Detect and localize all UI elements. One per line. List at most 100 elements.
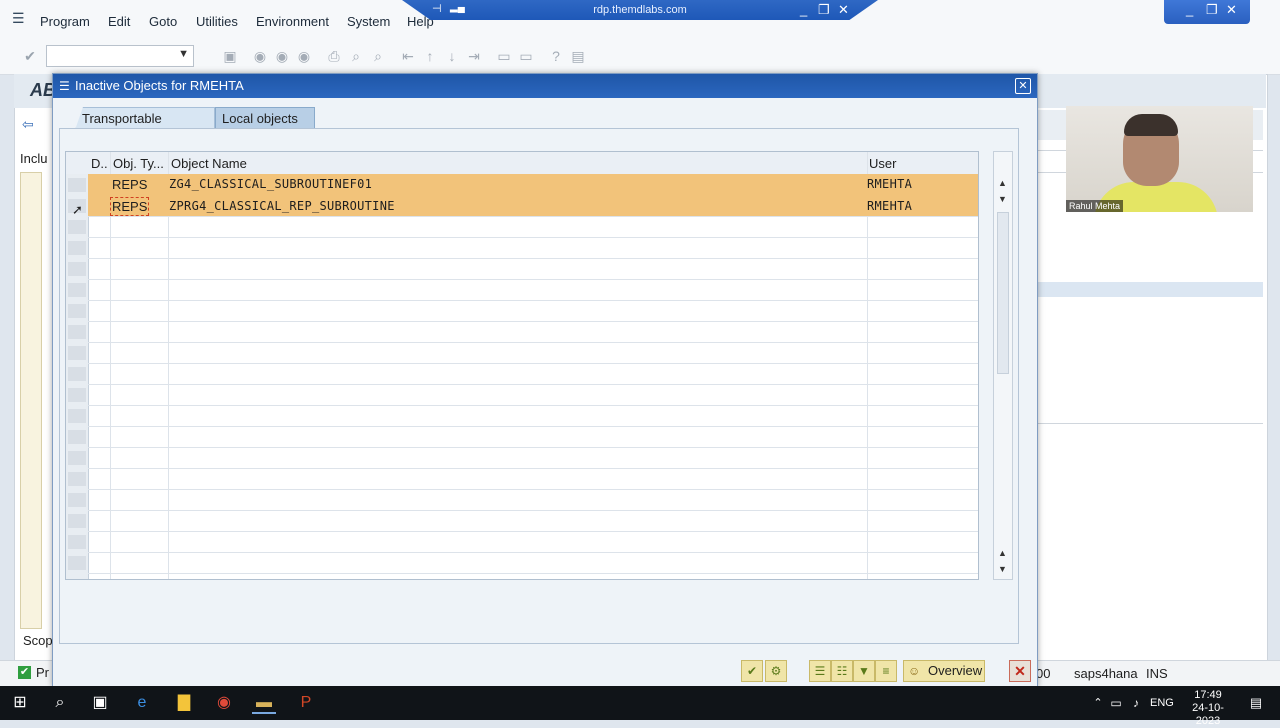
language-indicator[interactable]: ENG [1150,697,1174,709]
row-divider [88,489,978,490]
windows-start-icon[interactable]: ⊞ [8,694,32,712]
menu-program[interactable]: Program [40,14,90,29]
row-selector[interactable] [68,220,86,234]
print-icon[interactable]: ⎙ [326,48,342,64]
deselect-all-button[interactable]: ☷ [831,660,853,682]
header-user[interactable]: User [869,156,896,171]
sap-menu-icon[interactable]: ☰ [12,10,28,26]
scroll-up-icon[interactable]: ▲ [998,178,1007,188]
activate-anyway-button[interactable]: ⚙ [765,660,787,682]
row-selector[interactable] [68,430,86,444]
shortcut-icon[interactable]: ▭ [518,48,534,64]
select-all-button[interactable]: ☰ [809,660,831,682]
cell-object-type: REPS [109,197,150,216]
scroll-up-icon[interactable]: ▲ [998,548,1007,558]
editor-panel [20,172,42,629]
restore-button[interactable]: ❐ [1206,2,1218,18]
row-selector[interactable] [68,178,86,192]
back-arrow-icon[interactable]: ⇦ [22,116,34,133]
scroll-down-icon[interactable]: ▼ [998,564,1007,574]
window-controls: _ ❐ ✕ [1164,0,1250,24]
menu-edit[interactable]: Edit [108,14,130,29]
row-divider [88,468,978,469]
webcam-overlay: Rahul Mehta [1066,106,1253,212]
save-icon[interactable]: ▣ [222,48,238,64]
row-selector[interactable] [68,451,86,465]
command-field[interactable]: ▼ [46,45,194,67]
row-selector[interactable] [68,472,86,486]
table-row[interactable]: REPS ZG4_CLASSICAL_SUBROUTINEF01 RMEHTA [88,174,978,195]
layout-menu-icon[interactable]: ▤ [570,48,586,64]
cancel-icon[interactable]: ◉ [296,48,312,64]
sap-logon-icon[interactable]: ▬ [252,694,276,714]
dialog-title-bar: ☰ Inactive Objects for RMEHTA ✕ [53,74,1037,98]
internet-explorer-icon[interactable]: e [130,694,154,712]
dialog-close-button[interactable]: ✕ [1015,78,1031,94]
row-selector[interactable] [68,262,86,276]
header-d[interactable]: D.. [91,156,108,171]
table-scrollbar[interactable]: ▲ ▼ ▲ ▼ [993,151,1013,580]
menu-system[interactable]: System [347,14,390,29]
first-page-icon[interactable]: ⇤ [400,48,416,64]
clock[interactable]: 17:49 24-10-2023 [1180,689,1236,728]
row-divider [88,300,978,301]
file-explorer-icon[interactable]: ▇ [172,694,196,712]
menu-goto[interactable]: Goto [149,14,177,29]
rdp-minimize-button[interactable]: _ [800,2,807,17]
help-icon[interactable]: ? [548,48,564,64]
row-selector[interactable] [68,514,86,528]
cancel-button[interactable]: ✕ [1009,660,1031,682]
minimize-button[interactable]: _ [1186,2,1193,17]
row-selector[interactable] [68,388,86,402]
scroll-thumb[interactable] [997,212,1009,374]
rdp-close-button[interactable]: ✕ [838,2,849,18]
notifications-icon[interactable]: ▤ [1244,694,1268,712]
menu-utilities[interactable]: Utilities [196,14,238,29]
rdp-restore-button[interactable]: ❐ [818,2,830,18]
menu-environment[interactable]: Environment [256,14,329,29]
find-next-icon[interactable]: ⌕ [370,48,386,64]
row-selector[interactable] [68,346,86,360]
row-divider [88,552,978,553]
back-icon[interactable]: ◉ [252,48,268,64]
filter-button[interactable]: ▼ [853,660,875,682]
divider [1038,423,1263,424]
overview-button[interactable]: ☺ Overview [903,660,985,682]
previous-page-icon[interactable]: ↑ [422,48,438,64]
exit-icon[interactable]: ◉ [274,48,290,64]
window-menu-icon[interactable]: ☰ [59,79,70,93]
row-selector[interactable] [68,493,86,507]
table-header: D.. Obj. Ty... Object Name User [66,152,978,175]
row-selector[interactable] [68,535,86,549]
tab-local-objects[interactable]: Local objects [215,107,315,130]
row-selector[interactable] [68,325,86,339]
close-button[interactable]: ✕ [1226,2,1237,18]
last-page-icon[interactable]: ⇥ [466,48,482,64]
row-selector[interactable] [68,409,86,423]
continue-button[interactable]: ✔ [741,660,763,682]
row-selector[interactable] [68,283,86,297]
powerpoint-icon[interactable]: P [294,694,318,712]
row-selector[interactable] [68,241,86,255]
sort-button[interactable]: ≡ [875,660,897,682]
enter-icon[interactable]: ✔ [22,48,38,64]
find-icon[interactable]: ⌕ [348,48,364,64]
chevron-down-icon[interactable]: ▼ [178,48,189,60]
chrome-icon[interactable]: ◉ [212,694,236,712]
table-row[interactable]: REPS ZPRG4_CLASSICAL_REP_SUBROUTINE RMEH… [88,195,978,216]
row-selector[interactable] [68,367,86,381]
row-selector[interactable] [68,304,86,318]
scroll-down-icon[interactable]: ▼ [998,194,1007,204]
inactive-objects-table: D.. Obj. Ty... Object Name User REPS ZG4… [65,151,979,580]
tab-transportable-objects[interactable]: Transportable Objects [75,107,215,130]
search-icon[interactable]: ⌕ [48,694,72,712]
header-object-type[interactable]: Obj. Ty... [113,156,164,171]
next-page-icon[interactable]: ↓ [444,48,460,64]
success-icon: ✔ [18,666,31,679]
row-selector[interactable] [68,556,86,570]
rdp-connection-bar: ⊣ ▂▄ rdp.themdlabs.com _ ❐ ✕ [402,0,878,20]
header-object-name[interactable]: Object Name [171,156,247,171]
volume-icon[interactable]: ♪ [1124,694,1148,712]
new-session-icon[interactable]: ▭ [496,48,512,64]
task-view-icon[interactable]: ▣ [88,694,112,712]
